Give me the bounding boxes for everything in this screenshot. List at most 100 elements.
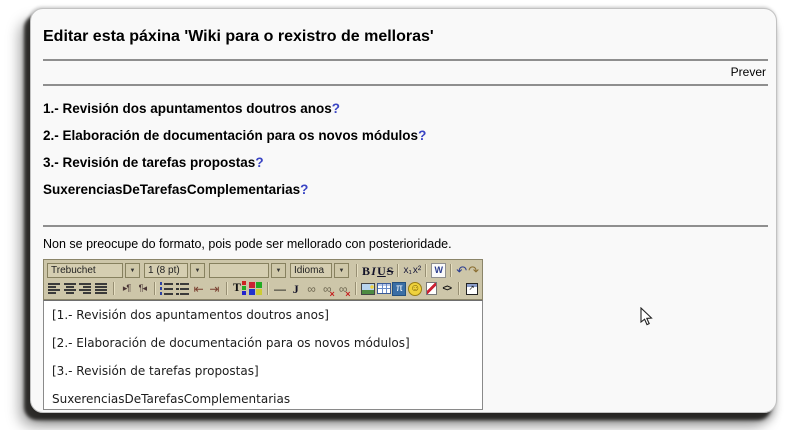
unordered-list-button[interactable] — [175, 281, 190, 297]
toolbar-separator — [356, 264, 358, 277]
toolbar-separator — [225, 282, 228, 295]
create-page-link[interactable]: ? — [255, 155, 263, 170]
no-autolink-button[interactable]: ∞ — [336, 281, 351, 297]
editor-content-area[interactable]: [1.- Revisión dos apuntamentos doutros a… — [43, 300, 483, 410]
indent-button[interactable]: ⇥ — [207, 281, 222, 297]
editor-text-line: [2.- Elaboración de documentación para o… — [52, 336, 410, 350]
wiki-line: 3.- Revisión de tarefas propostas? — [43, 156, 768, 170]
editor-text-line: SuxerenciasDeTarefasComplementarias — [52, 392, 291, 406]
align-center-icon — [63, 282, 77, 295]
toolbar-separator — [450, 264, 453, 277]
highlight-color-button[interactable] — [248, 281, 263, 297]
text-color-icon: T — [232, 281, 247, 296]
font-size-select-value: 1 (8 pt) — [144, 263, 188, 278]
editor-toolbar: Trebuchet ▼ 1 (8 pt) ▼ ▼ Idioma ▼ B I U Sx₁ x² W ↶ ↷ ▸… — [43, 259, 483, 300]
horizontal-rule-icon: — — [273, 281, 286, 296]
toolbar-separator — [153, 282, 156, 295]
insert-special-char-icon: π — [392, 281, 407, 296]
create-page-link[interactable]: ? — [300, 182, 308, 197]
redo-button[interactable]: ↷ — [468, 263, 479, 279]
spellcheck-button[interactable] — [424, 281, 439, 297]
undo-button[interactable]: ↶ — [456, 263, 467, 279]
editor-text-line: [1.- Revisión dos apuntamentos doutros a… — [52, 308, 329, 322]
outdent-icon: ⇤ — [193, 281, 204, 296]
italic-icon: I — [371, 263, 376, 278]
link-button[interactable]: ∞ — [304, 281, 319, 297]
wiki-line: SuxerenciasDeTarefasComplementarias? — [43, 183, 768, 197]
toolbar-row-2: ▸¶ ¶◂ ⇤ ⇥ T — J ∞ ∞ ∞ π☺ <> ↗ — [47, 280, 479, 297]
create-page-link[interactable]: ? — [418, 128, 426, 143]
wiki-line: 1.- Revisión dos apuntamentos doutros an… — [43, 102, 768, 116]
dropdown-arrow-icon: ▼ — [125, 263, 140, 278]
ordered-list-icon — [160, 282, 175, 295]
preview-link[interactable]: Prever — [731, 65, 766, 79]
align-center-button[interactable] — [63, 281, 78, 297]
redo-icon: ↷ — [468, 263, 479, 278]
editor-text-line: [3.- Revisión de tarefas propostas] — [52, 364, 259, 378]
subscript-button[interactable]: x₁ — [403, 263, 411, 279]
strikethrough-button[interactable]: S — [387, 263, 394, 279]
align-right-button[interactable] — [79, 281, 94, 297]
unordered-list-icon — [175, 282, 190, 295]
align-justify-icon — [95, 282, 109, 295]
toolbar-separator — [397, 264, 400, 277]
unlink-button[interactable]: ∞ — [320, 281, 335, 297]
ordered-list-button[interactable] — [160, 281, 175, 297]
html-source-icon: <> — [442, 283, 452, 293]
insert-table-icon — [376, 283, 391, 294]
horizontal-rule-button[interactable]: — — [273, 281, 288, 297]
preview-row: Prever — [43, 65, 768, 80]
dropdown-arrow-icon: ▼ — [271, 263, 286, 278]
highlight-color-icon — [248, 282, 262, 295]
direction-ltr-icon: ▸¶ — [122, 283, 131, 293]
superscript-button[interactable]: x² — [413, 263, 421, 279]
align-left-icon — [47, 282, 61, 295]
dropdown-arrow-icon: ▼ — [190, 263, 205, 278]
insert-special-char-button[interactable]: π — [392, 281, 407, 297]
outdent-button[interactable]: ⇤ — [191, 281, 206, 297]
underline-button[interactable]: U — [377, 263, 386, 279]
anchor-icon: J — [292, 281, 299, 296]
superscript-icon: x² — [412, 264, 422, 276]
wiki-edit-page: Editar esta páxina 'Wiki para o rexistro… — [30, 8, 777, 413]
enlarge-editor-button[interactable]: ↗ — [464, 281, 479, 297]
divider-under-preview — [43, 84, 768, 86]
font-family-select-value: Trebuchet — [47, 263, 123, 278]
align-justify-button[interactable] — [94, 281, 109, 297]
toolbar-row-1: Trebuchet ▼ 1 (8 pt) ▼ ▼ Idioma ▼ B I U Sx₁ x² W ↶ ↷ — [47, 262, 479, 279]
format-select[interactable]: ▼ — [209, 263, 286, 278]
anchor-button[interactable]: J — [288, 281, 303, 297]
clean-word-html-button[interactable]: W — [431, 263, 447, 279]
indent-icon: ⇥ — [209, 281, 220, 296]
font-family-select[interactable]: Trebuchet ▼ — [47, 263, 140, 278]
dropdown-arrow-icon: ▼ — [334, 263, 349, 278]
toolbar-separator — [458, 282, 461, 295]
bold-button[interactable]: B — [362, 263, 370, 279]
insert-image-button[interactable] — [360, 281, 376, 297]
wiki-line-text: 3.- Revisión de tarefas propostas — [43, 155, 256, 170]
divider-top — [43, 59, 768, 61]
format-select-value — [209, 263, 269, 278]
no-autolink-icon: ∞ — [339, 283, 348, 295]
underline-icon: U — [377, 263, 386, 278]
insert-image-icon — [360, 282, 375, 295]
undo-icon: ↶ — [456, 263, 468, 278]
toolbar-separator — [425, 264, 428, 277]
strikethrough-icon: S — [386, 263, 394, 278]
direction-ltr-button[interactable]: ▸¶ — [119, 281, 134, 297]
font-size-select[interactable]: 1 (8 pt) ▼ — [144, 263, 205, 278]
html-editor: Trebuchet ▼ 1 (8 pt) ▼ ▼ Idioma ▼ B I U Sx₁ x² W ↶ ↷ ▸… — [43, 259, 483, 410]
clean-word-html-icon: W — [431, 263, 447, 278]
language-select[interactable]: Idioma ▼ — [290, 263, 349, 278]
toolbar-separator — [354, 282, 357, 295]
create-page-link[interactable]: ? — [332, 101, 340, 116]
italic-button[interactable]: I — [371, 263, 376, 279]
align-left-button[interactable] — [47, 281, 62, 297]
insert-smiley-button[interactable]: ☺ — [408, 281, 423, 297]
insert-table-button[interactable] — [376, 281, 391, 297]
toolbar-separator — [113, 282, 116, 295]
text-color-button[interactable]: T — [232, 281, 247, 297]
direction-rtl-button[interactable]: ¶◂ — [135, 281, 150, 297]
html-source-button[interactable]: <> — [439, 281, 454, 297]
unlink-icon: ∞ — [323, 283, 332, 295]
